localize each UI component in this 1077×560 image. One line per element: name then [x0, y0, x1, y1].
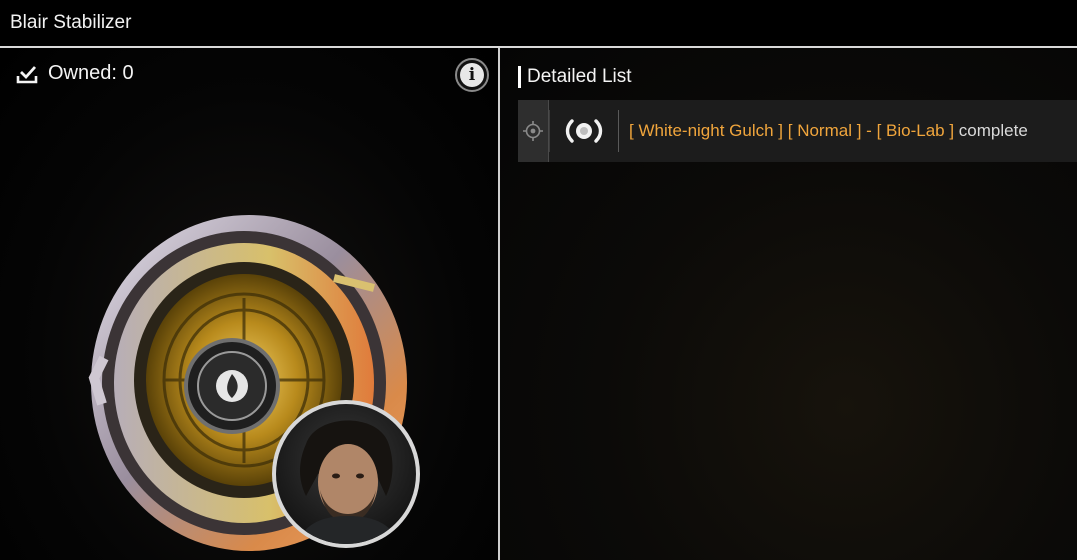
detail-header: Detailed List	[518, 66, 632, 88]
owned-count: Owned: 0	[16, 62, 134, 85]
detail-header-label: Detailed List	[527, 66, 632, 87]
info-icon: i	[460, 63, 484, 87]
bracket-close: ]	[852, 121, 862, 140]
checkbox-download-icon	[16, 65, 38, 83]
portrait-face	[296, 420, 400, 544]
area-name: White-night Gulch	[638, 121, 774, 140]
bracket-close: ]	[944, 121, 955, 140]
item-preview-panel: Owned: 0 i	[0, 48, 498, 560]
locate-button[interactable]	[518, 100, 549, 162]
separator: -	[861, 121, 877, 140]
bracket-open: [	[876, 121, 887, 140]
info-button[interactable]: i	[455, 58, 489, 92]
stage-name: Bio-Lab	[886, 121, 945, 140]
title-bar: Blair Stabilizer	[0, 0, 1077, 48]
item-window: Blair Stabilizer Owned: 0 i Detailed Lis…	[0, 0, 1077, 560]
source-description: [ White-night Gulch ] [ Normal ] - [ Bio…	[619, 100, 1028, 162]
crosshair-icon	[523, 121, 543, 141]
bracket-close: ]	[773, 121, 784, 140]
owned-label: Owned: 0	[48, 62, 134, 84]
status-text: complete	[954, 121, 1028, 140]
difficulty-name: Normal	[797, 121, 852, 140]
source-icon-cell	[549, 110, 619, 152]
signal-broadcast-icon	[565, 119, 603, 143]
header-accent-bar	[518, 66, 521, 88]
bracket-open: [	[629, 121, 639, 140]
list-item[interactable]: [ White-night Gulch ] [ Normal ] - [ Bio…	[518, 100, 1077, 162]
detail-panel: Detailed List [ White-night Gulch] [No…	[500, 48, 1077, 560]
window-title: Blair Stabilizer	[10, 12, 132, 33]
character-portrait	[272, 400, 420, 548]
bracket-open: [	[783, 121, 798, 140]
